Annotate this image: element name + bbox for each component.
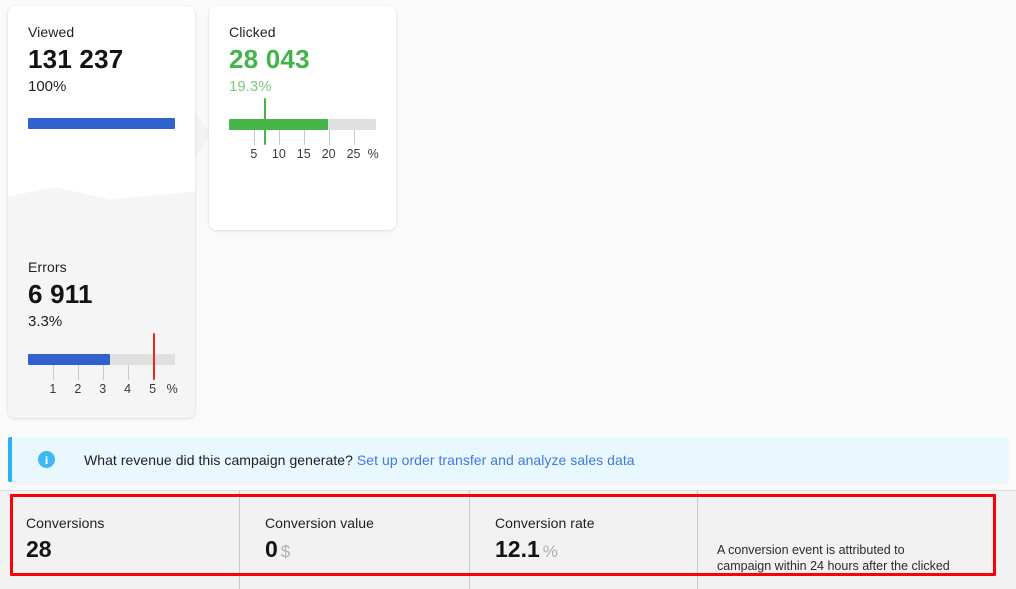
conversion-value-amount: 0 $ [265, 534, 469, 567]
conversion-cell-note: A conversion event is attributed to camp… [697, 491, 1016, 589]
gauge-tick [353, 130, 355, 145]
conversion-value-number: 0 [265, 536, 278, 562]
viewed-gauge-fill [28, 118, 175, 129]
errors-label: Errors [28, 259, 67, 275]
errors-gauge-tick-labels: 1 2 3 4 5% [28, 381, 188, 399]
viewed-gauge [28, 118, 175, 180]
campaign-statistics-page: Viewed 131 237 100% Errors 6 911 3.3% 12… [0, 0, 1016, 589]
conversions-value: 28 [26, 534, 239, 564]
conversion-cell-conversions[interactable]: Conversions 28 [0, 491, 239, 589]
funnel-card-viewed-errors[interactable]: Viewed 131 237 100% Errors 6 911 3.3% 1 2… [8, 6, 195, 418]
conversion-value-label: Conversion value [265, 515, 374, 531]
gauge-tick-label: 4 [124, 382, 132, 396]
funnel-metrics-area: Viewed 131 237 100% Errors 6 911 3.3% 1 2… [0, 0, 1016, 432]
banner-question: What revenue did this campaign generate? [84, 451, 353, 468]
viewed-value: 131 237 [28, 44, 124, 74]
gauge-tick [303, 130, 305, 145]
gauge-tick [253, 130, 255, 145]
conversion-cell-rate[interactable]: Conversion rate 12.1% [469, 491, 697, 589]
errors-gauge: 1 2 3 4 5% [28, 333, 178, 416]
conversion-metrics-strip: Conversions 28 Conversion value 0 $ Conve… [0, 490, 1016, 589]
revenue-info-banner: i What revenue did this campaign generat… [8, 437, 1008, 482]
clicked-benchmark-marker [263, 98, 267, 145]
conversion-rate-label: Conversion rate [495, 515, 595, 531]
gauge-tick-label: 5 [250, 147, 258, 161]
gauge-tick-label: 2 [74, 382, 82, 396]
clicked-percent: 19.3% [229, 78, 272, 95]
gauge-tick [102, 365, 104, 380]
funnel-card-clicked[interactable]: Clicked 28 043 19.3% 5 10 15 20 25% [209, 6, 396, 230]
conversions-label: Conversions [26, 515, 105, 531]
clicked-gauge-fill [229, 119, 328, 130]
gauge-tick [328, 130, 330, 145]
gauge-tick [52, 365, 54, 380]
errors-gauge-fill [28, 354, 110, 365]
gauge-tick [278, 130, 280, 145]
conversion-rate-number: 12.1 [495, 536, 540, 562]
info-icon: i [38, 451, 55, 468]
errors-value: 6 911 [28, 279, 93, 309]
metric-pane-clicked: Clicked 28 043 19.3% 5 10 15 20 25% [209, 6, 396, 181]
gauge-tick-label: 25 [346, 147, 361, 161]
gauge-tick [127, 365, 129, 380]
viewed-percent: 100% [28, 78, 67, 95]
gauge-tick-label: 20 [321, 147, 336, 161]
conversions-number: 28 [26, 536, 52, 562]
gauge-tick [77, 365, 79, 380]
conversion-rate-amount: 12.1% [495, 534, 697, 567]
gauge-tick-label: 10 [271, 147, 286, 161]
clicked-label: Clicked [229, 24, 276, 40]
setup-order-transfer-link[interactable]: Set up order transfer and analyze sales … [357, 452, 635, 468]
metric-pane-viewed: Viewed 131 237 100% [8, 6, 195, 180]
viewed-label: Viewed [28, 24, 75, 40]
conversion-cell-value[interactable]: Conversion value 0 $ [239, 491, 469, 589]
metric-pane-errors: Errors 6 911 3.3% 1 2 3 4 5% [8, 241, 195, 416]
gauge-unit-label: % [367, 147, 379, 161]
gauge-tick-label: 3 [99, 382, 107, 396]
clicked-value: 28 043 [229, 44, 310, 74]
clicked-gauge-ticks [229, 130, 376, 145]
gauge-tick-label: 5 [149, 382, 157, 396]
conversion-value-currency: $ [280, 542, 291, 561]
clicked-gauge: 5 10 15 20 25% [229, 98, 379, 181]
clicked-gauge-tick-labels: 5 10 15 20 25% [229, 146, 389, 164]
gauge-unit-label: % [166, 382, 178, 396]
banner-message: What revenue did this campaign generate?… [84, 451, 635, 469]
gauge-tick-label: 15 [296, 147, 311, 161]
conversion-rate-percent-sign: % [542, 542, 558, 561]
conversion-attribution-note: A conversion event is attributed to camp… [717, 543, 950, 573]
errors-threshold-marker [152, 333, 155, 380]
errors-percent: 3.3% [28, 313, 63, 330]
gauge-tick-label: 1 [49, 382, 57, 396]
